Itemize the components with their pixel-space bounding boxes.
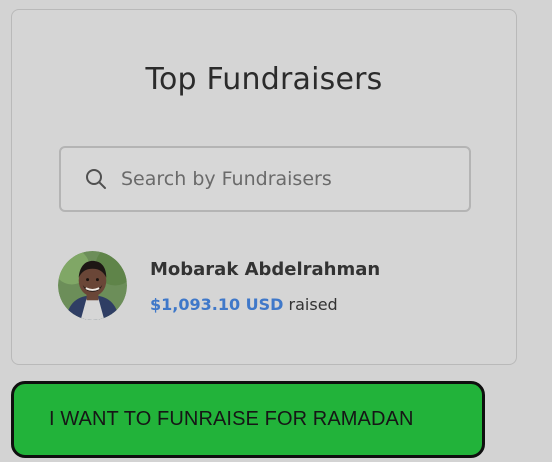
raised-label: raised [288,295,338,314]
search-box[interactable] [59,146,471,212]
fundraiser-avatar[interactable] [58,251,127,320]
top-fundraisers-panel: Top Fundraisers Mobarak Abd [11,9,517,365]
raised-amount: $1,093.10 USD [150,295,284,314]
search-icon [86,169,106,189]
search-input[interactable] [121,168,421,190]
raised-line: $1,093.10 USD raised [150,295,338,315]
panel-title: Top Fundraisers [145,62,383,97]
fundraise-for-ramadan-button[interactable]: I WANT TO FUNRAISE FOR RAMADAN [11,381,485,458]
fundraiser-name[interactable]: Mobarak Abdelrahman [150,259,380,281]
